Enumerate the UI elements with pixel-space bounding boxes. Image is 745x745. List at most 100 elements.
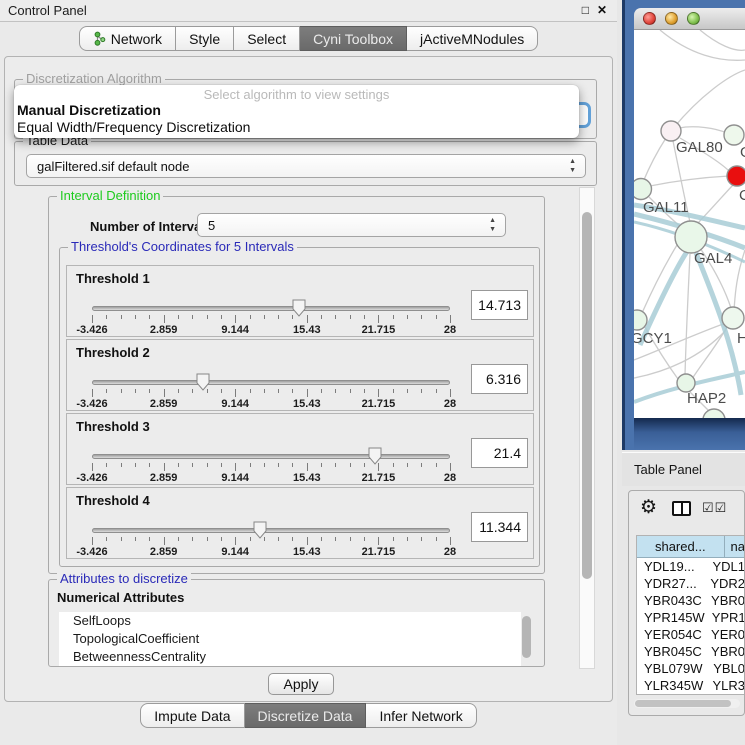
threshold-4-box: Threshold 4 -3.426 2.859 9.144 [66, 487, 534, 559]
node-gal11[interactable] [634, 179, 652, 200]
threshold-label: Threshold 1 [76, 271, 150, 286]
tab-label: Style [189, 27, 220, 51]
node-h[interactable] [722, 307, 744, 329]
thresholds-coordinates-group: Threshold's Coordinates for 5 Intervals … [59, 247, 540, 567]
slider-track[interactable] [92, 380, 450, 385]
column-header-name[interactable]: na [725, 536, 745, 558]
table-row[interactable]: YBL079WYBL0 [637, 660, 745, 677]
slider-track[interactable] [92, 528, 450, 533]
numerical-attributes-list: SelfLoops TopologicalCoefficient Between… [59, 612, 521, 666]
tab-label: Impute Data [154, 704, 230, 728]
minimize-traffic-light[interactable] [665, 12, 678, 25]
slider-track[interactable] [92, 454, 450, 459]
slider-ticks [92, 315, 450, 324]
table-horizontal-scrollbar[interactable] [634, 699, 740, 708]
group-title: Threshold's Coordinates for 5 Intervals [68, 240, 297, 254]
columns-icon[interactable] [672, 501, 691, 516]
slider-tick-labels: -3.426 2.859 9.144 15.43 21.715 28 [92, 472, 450, 484]
popup-item-equal-width-frequency[interactable]: Equal Width/Frequency Discretization [17, 119, 250, 135]
network-window-titlebar[interactable] [634, 8, 745, 30]
threshold-3-value-field[interactable]: 21.4 [471, 438, 528, 468]
list-item-topologicalcoefficient[interactable]: TopologicalCoefficient [59, 630, 521, 648]
top-tab-bar: Network Style Select Cyni Toolbox jActiv… [0, 26, 617, 51]
attributes-group: Attributes to discretize Numerical Attri… [48, 579, 545, 667]
control-panel-titlebar: Control Panel □ ✕ [0, 0, 617, 22]
group-title: Discretization Algorithm [23, 72, 165, 86]
table-toolbar: ⚙ ☑☑ [629, 491, 744, 529]
table-row[interactable]: YPR145WYPR1 [637, 609, 745, 626]
gear-icon[interactable]: ⚙ [640, 496, 657, 519]
node-attribute-table: shared... na YDL19...YDL1 YDR27...YDR2 Y… [636, 535, 745, 695]
threshold-label: Threshold 4 [76, 493, 150, 508]
slider-ticks [92, 389, 450, 398]
popup-item-manual-discretization[interactable]: Manual Discretization [17, 102, 161, 118]
number-of-intervals-combobox[interactable]: 5 ▲▼ [197, 213, 506, 237]
threshold-2-value-field[interactable]: 6.316 [471, 364, 528, 394]
table-panel-titlebar: Table Panel [622, 452, 745, 486]
node-bottom-partial[interactable] [703, 409, 725, 418]
spinner-arrows-icon: ▲▼ [489, 216, 496, 234]
label-c-partial: C [739, 187, 745, 204]
bottom-tab-bar: Impute Data Discretize Data Infer Networ… [0, 703, 617, 728]
apply-button[interactable]: Apply [268, 673, 334, 695]
table-panel-title: Table Panel [622, 453, 745, 487]
tab-label: Select [247, 27, 286, 51]
numerical-attributes-label: Numerical Attributes [57, 590, 184, 605]
tab-discretize-data[interactable]: Discretize Data [245, 703, 367, 728]
list-item-betweennesscentrality[interactable]: BetweennessCentrality [59, 648, 521, 666]
network-canvas[interactable]: GAL80 GA C GAL11 GAL4 GCY1 H HAP2 [634, 30, 745, 418]
tab-label: Cyni Toolbox [313, 27, 393, 51]
tab-jactivemnodules[interactable]: jActiveMNodules [407, 26, 538, 51]
threshold-4-value-field[interactable]: 11.344 [471, 512, 528, 542]
table-row[interactable]: YER054CYER0 [637, 626, 745, 643]
table-row[interactable]: YIL052CYIL0 [637, 694, 745, 695]
close-traffic-light[interactable] [643, 12, 656, 25]
label-gal4: GAL4 [694, 250, 732, 267]
node-gal4[interactable] [675, 221, 707, 253]
spinner-arrows-icon: ▲▼ [569, 157, 576, 175]
control-panel-title: Control Panel [8, 3, 87, 18]
checkbox-filter-icons[interactable]: ☑☑ [702, 500, 727, 516]
table-row[interactable]: YBR043CYBR0 [637, 592, 745, 609]
interval-definition-group: Interval Definition Number of Intervals … [48, 196, 545, 574]
column-header-shared-name[interactable]: shared... [637, 536, 725, 558]
node-gal80[interactable] [661, 121, 681, 141]
tab-select[interactable]: Select [234, 26, 300, 51]
tab-impute-data[interactable]: Impute Data [140, 703, 244, 728]
tab-network[interactable]: Network [79, 26, 176, 51]
list-item-selfloops[interactable]: SelfLoops [59, 612, 521, 630]
threshold-2-box: Threshold 2 -3.426 2.859 9.144 [66, 339, 534, 411]
node-red-selected[interactable] [727, 166, 745, 186]
table-row[interactable]: YDL19...YDL1 [637, 558, 745, 575]
slider-ticks [92, 463, 450, 472]
algorithm-dropdown-popup: Select algorithm to view settings Manual… [14, 85, 579, 138]
settings-scrollbar[interactable] [579, 187, 595, 669]
zoom-traffic-light[interactable] [687, 12, 700, 25]
threshold-3-box: Threshold 3 -3.426 2.859 9.144 [66, 413, 534, 485]
group-title: Attributes to discretize [57, 572, 191, 586]
threshold-1-value-field[interactable]: 14.713 [471, 290, 528, 320]
table-panel: ⚙ ☑☑ shared... na YDL19...YDL1 YDR27...Y… [628, 490, 745, 716]
table-row[interactable]: YBR045CYBR0 [637, 643, 745, 660]
tab-style[interactable]: Style [176, 26, 234, 51]
threshold-1-box: Threshold 1 -3.426 2.859 9.144 [66, 265, 534, 337]
network-view-window: GAL80 GA C GAL11 GAL4 GCY1 H HAP2 [622, 0, 745, 450]
table-data-combobox[interactable]: galFiltered.sif default node ▲▼ [26, 154, 586, 178]
float-window-icon[interactable]: □ [582, 3, 589, 17]
network-window-bottom-border [634, 418, 745, 450]
label-gal11: GAL11 [643, 199, 689, 216]
tab-infer-network[interactable]: Infer Network [366, 703, 476, 728]
list-scrollbar-thumb[interactable] [522, 616, 531, 658]
table-row[interactable]: YLR345WYLR3 [637, 677, 745, 694]
table-horizontal-scrollbar-thumb[interactable] [635, 700, 731, 707]
settings-scrollbar-thumb[interactable] [582, 212, 592, 579]
tab-cyni-toolbox[interactable]: Cyni Toolbox [300, 26, 407, 51]
node-gcy1[interactable] [634, 310, 647, 330]
threshold-label: Threshold 2 [76, 345, 150, 360]
table-row[interactable]: YDR27...YDR2 [637, 575, 745, 592]
close-panel-icon[interactable]: ✕ [597, 3, 607, 17]
slider-track[interactable] [92, 306, 450, 311]
group-title: Interval Definition [57, 189, 163, 203]
node-top-right[interactable] [724, 125, 744, 145]
label-gal80: GAL80 [676, 139, 723, 156]
